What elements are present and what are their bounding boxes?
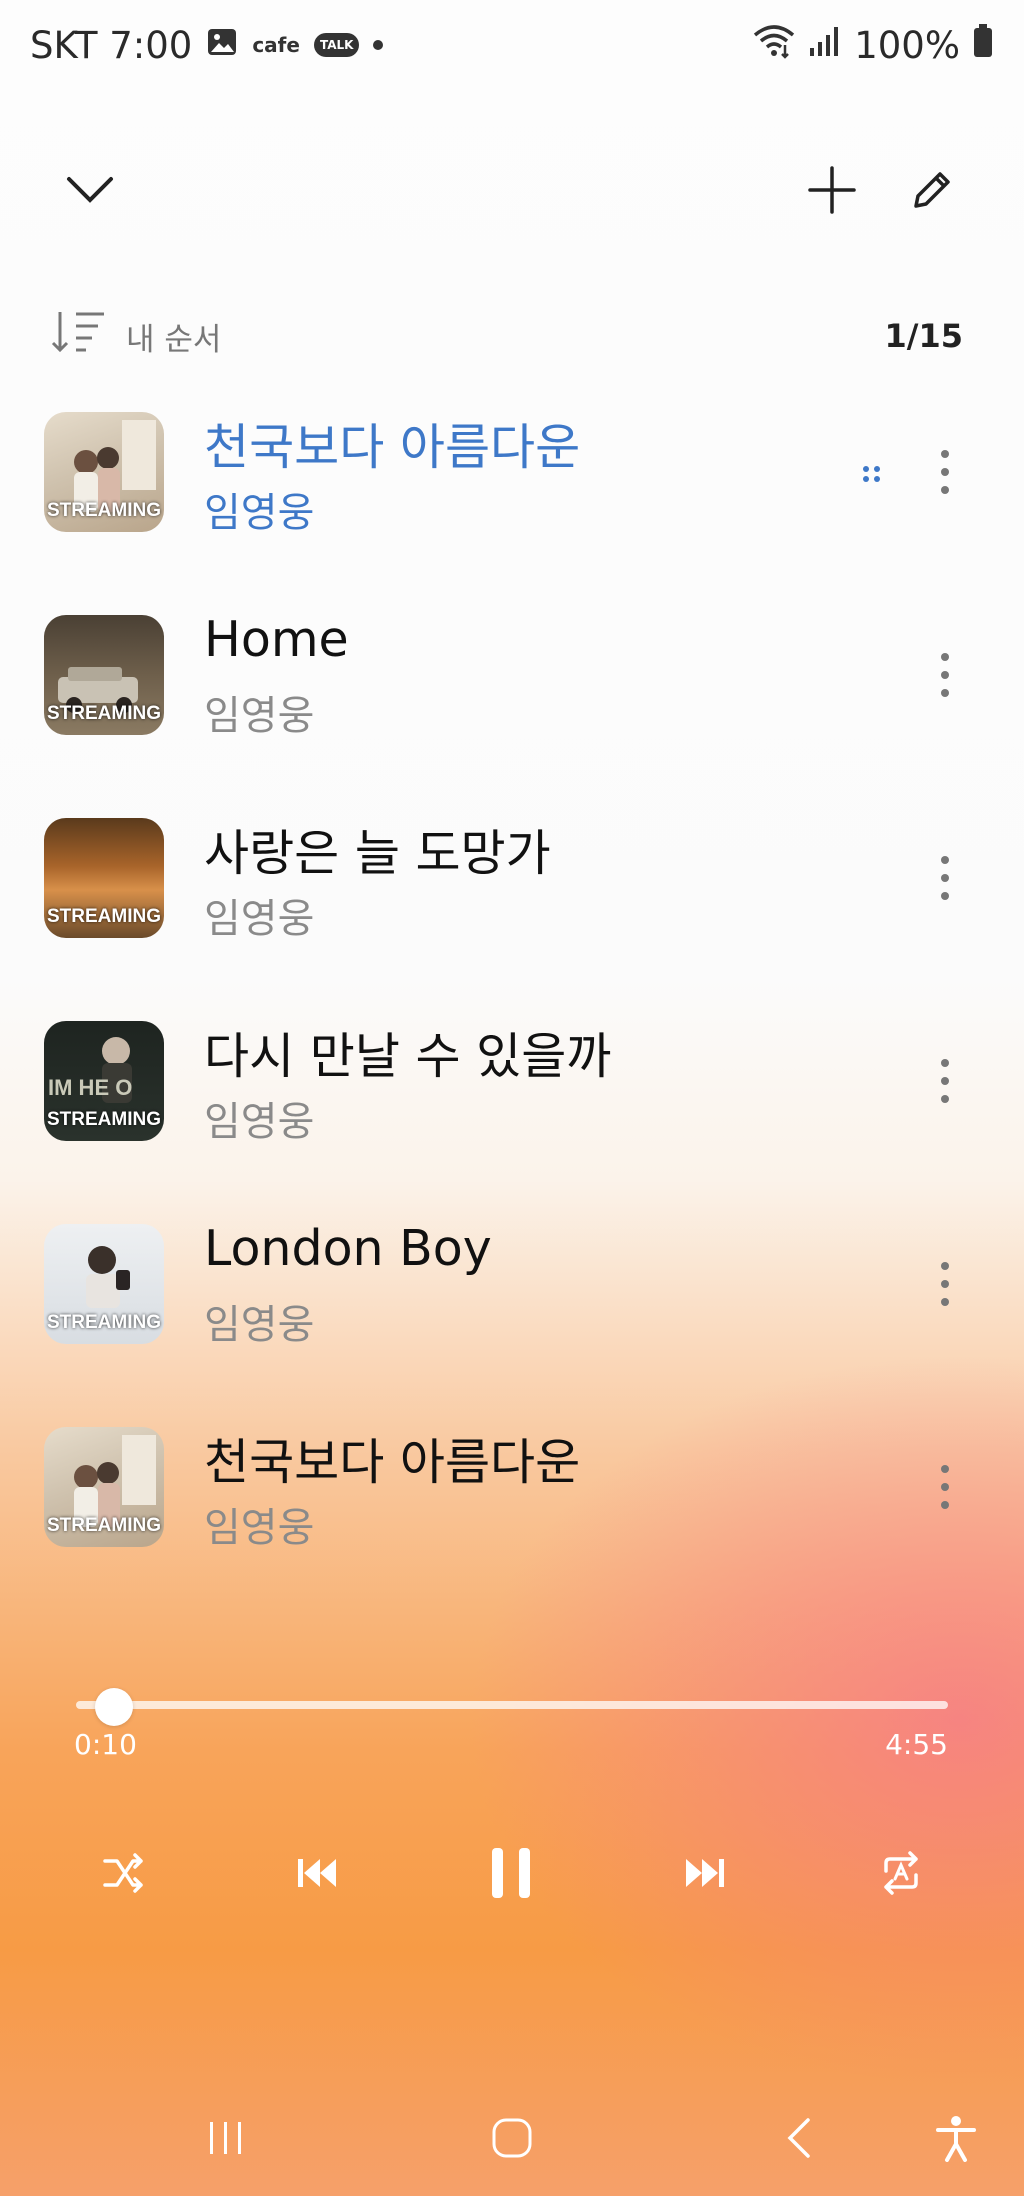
next-icon[interactable] <box>675 1842 737 1904</box>
kakaotalk-notification-icon: TALK <box>313 33 360 57</box>
pencil-icon[interactable] <box>902 160 962 220</box>
list-item[interactable]: IM HE O STREAMING 다시 만날 수 있을까 임영웅 <box>0 981 1024 1181</box>
list-item[interactable]: STREAMING 천국보다 아름다운 임영웅 <box>0 372 1024 572</box>
shuffle-icon[interactable] <box>92 1842 154 1904</box>
pause-icon[interactable] <box>478 1837 544 1909</box>
wifi-icon <box>752 23 796 68</box>
carrier-time: SKT 7:00 <box>30 23 193 67</box>
album-art: STREAMING <box>44 412 164 532</box>
sort-button[interactable]: 내 순서 <box>50 308 221 364</box>
track-artist: 임영웅 <box>204 896 315 942</box>
more-notifications-dot <box>373 40 384 50</box>
streaming-badge: STREAMING <box>47 1109 161 1130</box>
track-title: London Boy <box>204 1220 492 1277</box>
status-bar-right: 100% <box>752 18 994 72</box>
track-artist: 임영웅 <box>204 1505 315 1551</box>
drag-handle-icon[interactable] <box>860 462 884 486</box>
streaming-badge: STREAMING <box>47 1312 161 1333</box>
more-vert-icon[interactable] <box>930 848 960 908</box>
album-art: STREAMING <box>44 1224 164 1344</box>
battery-percent: 100% <box>854 23 960 67</box>
track-artist: 임영웅 <box>204 1099 315 1145</box>
plus-icon[interactable] <box>802 160 862 220</box>
gallery-icon <box>206 24 238 67</box>
track-title: Home <box>204 611 349 668</box>
album-art: STREAMING <box>44 818 164 938</box>
streaming-badge: STREAMING <box>47 703 161 724</box>
battery-icon <box>972 23 994 68</box>
album-art: STREAMING <box>44 1427 164 1547</box>
accessibility-icon[interactable] <box>928 2110 984 2166</box>
track-title: 사랑은 늘 도망가 <box>204 825 551 882</box>
track-title: 천국보다 아름다운 <box>204 419 581 476</box>
previous-icon[interactable] <box>285 1842 347 1904</box>
signal-icon <box>808 24 842 67</box>
list-item[interactable]: STREAMING 사랑은 늘 도망가 임영웅 <box>0 778 1024 978</box>
track-artist: 임영웅 <box>204 693 315 739</box>
track-title: 천국보다 아름다운 <box>204 1434 581 1491</box>
streaming-badge: STREAMING <box>47 906 161 927</box>
progress-track[interactable] <box>76 1701 948 1709</box>
status-bar-left: SKT 7:00 cafe TALK <box>30 18 384 72</box>
track-artist: 임영웅 <box>204 490 315 536</box>
list-item[interactable]: STREAMING Home 임영웅 <box>0 575 1024 775</box>
track-title: 다시 만날 수 있을까 <box>204 1028 612 1085</box>
album-art: IM HE O STREAMING <box>44 1021 164 1141</box>
list-item[interactable]: STREAMING London Boy 임영웅 <box>0 1184 1024 1384</box>
sort-label: 내 순서 <box>126 321 222 358</box>
more-vert-icon[interactable] <box>930 1051 960 1111</box>
progress-thumb[interactable] <box>94 1688 133 1726</box>
album-cover-text: IM HE O <box>48 1075 133 1100</box>
more-vert-icon[interactable] <box>930 1254 960 1314</box>
list-item[interactable]: STREAMING 천국보다 아름다운 임영웅 <box>0 1387 1024 1587</box>
home-icon[interactable] <box>482 2110 542 2166</box>
streaming-badge: STREAMING <box>47 500 161 521</box>
sort-icon <box>50 308 108 364</box>
cafe-notification-icon: cafe <box>252 33 300 57</box>
track-artist: 임영웅 <box>204 1302 315 1348</box>
chevron-down-icon[interactable] <box>60 160 120 220</box>
recents-icon[interactable] <box>196 2110 256 2166</box>
more-vert-icon[interactable] <box>930 442 960 502</box>
album-art: STREAMING <box>44 615 164 735</box>
repeat-one-icon[interactable] <box>870 1842 932 1904</box>
back-icon[interactable] <box>770 2110 830 2166</box>
more-vert-icon[interactable] <box>930 1457 960 1517</box>
total-duration: 4:55 <box>885 1728 948 1761</box>
track-counter: 1/15 <box>884 317 963 355</box>
elapsed-time: 0:10 <box>74 1728 137 1761</box>
streaming-badge: STREAMING <box>47 1515 161 1536</box>
more-vert-icon[interactable] <box>930 645 960 705</box>
